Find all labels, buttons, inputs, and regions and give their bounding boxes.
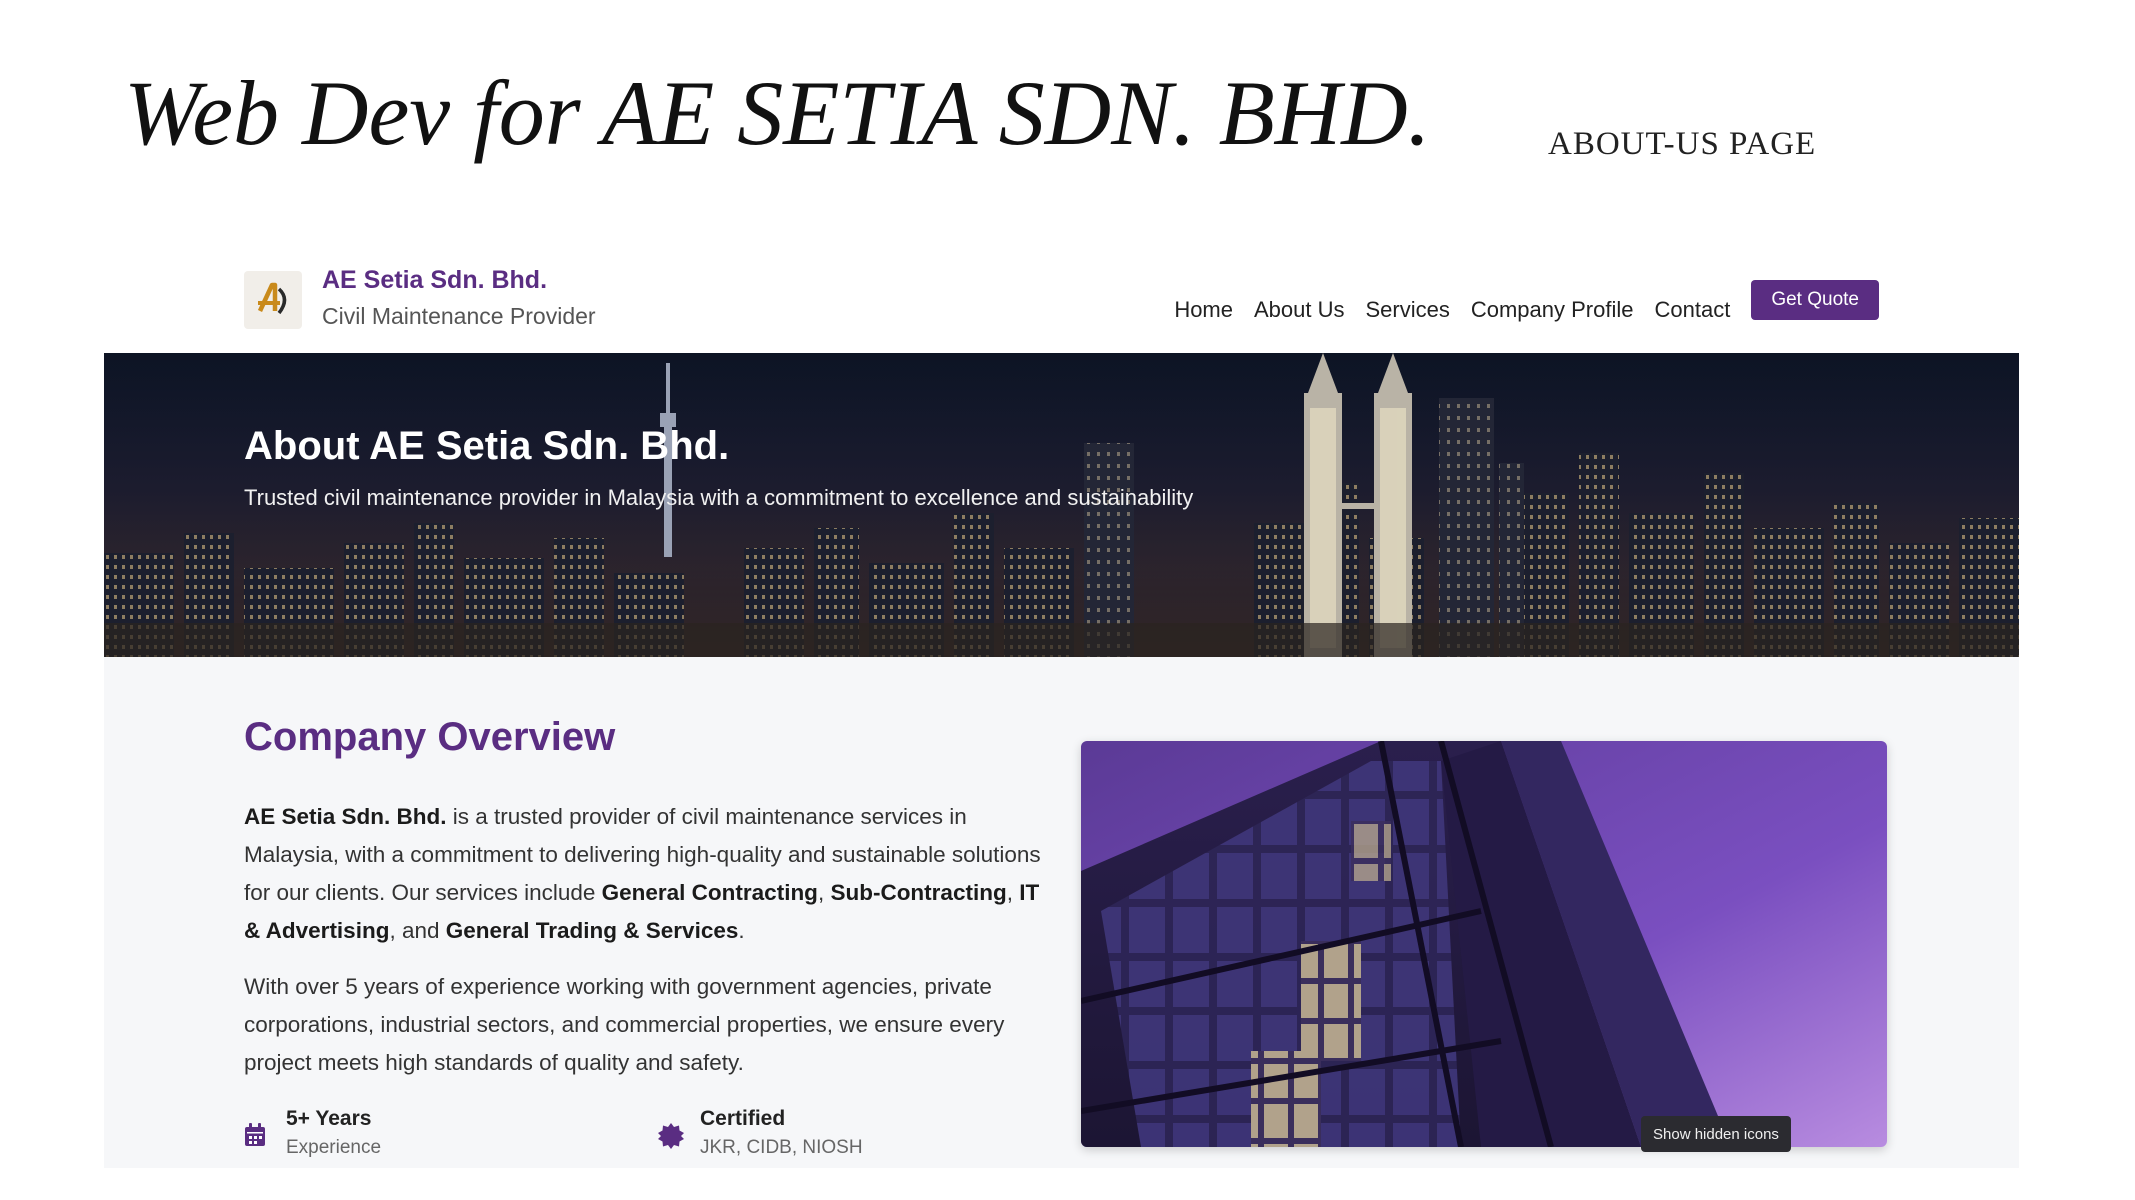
site-header: AE Setia Sdn. Bhd. Civil Maintenance Pro… xyxy=(104,250,2019,353)
brand-name[interactable]: AE Setia Sdn. Bhd. xyxy=(322,266,547,295)
hero-subtitle: Trusted civil maintenance provider in Ma… xyxy=(244,485,1194,510)
stat-subtitle: JKR, CIDB, NIOSH xyxy=(700,1137,863,1158)
main-nav: Home About Us Services Company Profile C… xyxy=(1174,271,1879,331)
overview-paragraph-2: With over 5 years of experience working … xyxy=(244,974,1005,1075)
nav-about-us[interactable]: About Us xyxy=(1254,297,1345,323)
brand-tagline: Civil Maintenance Provider xyxy=(322,303,596,329)
stat-subtitle: Experience xyxy=(286,1137,382,1158)
certificate-badge-icon xyxy=(658,1123,684,1154)
hero-title: About AE Setia Sdn. Bhd. xyxy=(244,424,730,468)
company-logo-icon[interactable] xyxy=(244,271,302,329)
overview-title: Company Overview xyxy=(244,715,616,759)
slide-subtitle: ABOUT-US PAGE xyxy=(1548,126,1817,162)
nav-home[interactable]: Home xyxy=(1174,297,1233,323)
nav-services[interactable]: Services xyxy=(1366,297,1450,323)
get-quote-button[interactable]: Get Quote xyxy=(1751,280,1879,320)
hero-banner: About AE Setia Sdn. Bhd. Trusted civil m… xyxy=(104,353,2019,657)
nav-contact[interactable]: Contact xyxy=(1655,297,1731,323)
slide-title: Web Dev for AE SETIA SDN. BHD. xyxy=(124,62,1431,164)
overview-paragraph-1: AE Setia Sdn. Bhd. is a trusted provider… xyxy=(244,804,1041,943)
show-hidden-icons-tooltip: Show hidden icons xyxy=(1641,1116,1791,1152)
stat-title: Certified xyxy=(700,1107,786,1130)
building-image xyxy=(1081,741,1887,1147)
nav-company-profile[interactable]: Company Profile xyxy=(1471,297,1634,323)
website-preview: AE Setia Sdn. Bhd. Civil Maintenance Pro… xyxy=(104,250,2019,1168)
stat-title: 5+ Years xyxy=(286,1107,372,1130)
calendar-icon xyxy=(244,1123,266,1152)
